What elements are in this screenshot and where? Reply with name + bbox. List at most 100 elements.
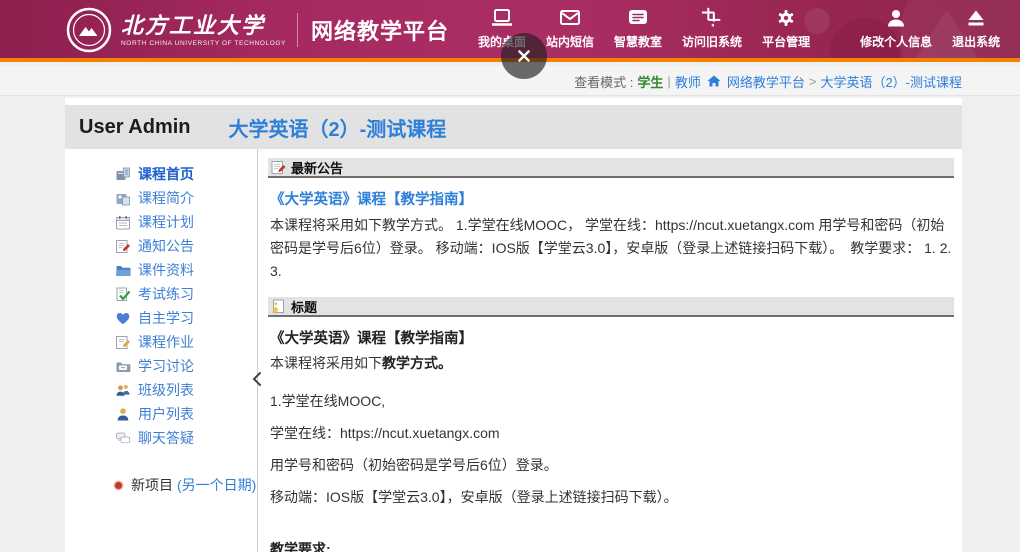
sidebar-item-label: 课程作业 <box>138 332 194 352</box>
close-overlay-button[interactable] <box>501 33 547 79</box>
nav-label: 退出系统 <box>952 33 1000 50</box>
post-paragraph: 移动端：IOS版【学堂云3.0】，安卓版（登录上述链接扫码下载）。 <box>270 487 954 508</box>
sidebar-item-label: 班级列表 <box>138 380 194 400</box>
breadcrumb-current-course[interactable]: 大学英语（2）-测试课程 <box>820 72 962 91</box>
sidebar-item-class-list[interactable]: 班级列表 <box>115 378 257 402</box>
nav-label: 访问旧系统 <box>682 33 742 50</box>
breadcrumb-platform-link[interactable]: 网络教学平台 <box>727 72 805 91</box>
chat-icon <box>115 431 131 446</box>
group-icon <box>115 383 131 398</box>
view-mode-student-link[interactable]: 学生 <box>637 72 663 91</box>
sidebar-item-label: 课程简介 <box>138 188 194 208</box>
new-item-text: 新项目 <box>131 475 173 495</box>
university-name-zh: 北方工业大学 <box>121 14 286 38</box>
post-title: 《大学英语》课程【教学指南】 <box>270 327 954 348</box>
person-icon <box>884 6 908 30</box>
view-mode-label: 查看模式 : <box>574 72 633 91</box>
sidebar-item-exam-practice[interactable]: 考试练习 <box>115 282 257 306</box>
content-card: User Admin 大学英语（2）-测试课程 课程首页 课程简介 课程计划 <box>65 98 962 552</box>
nav-edit-profile[interactable]: 修改个人信息 <box>850 6 942 50</box>
header-nav: 我的桌面 站内短信 智慧教室 访问旧系统 平台管理 <box>468 6 1010 50</box>
sidebar-item-label: 学习讨论 <box>138 356 194 376</box>
gear-icon <box>774 6 798 30</box>
user-icon <box>115 407 131 422</box>
sidebar-item-self-study[interactable]: 自主学习 <box>115 306 257 330</box>
screen-icon <box>626 6 650 30</box>
breadcrumb-arrow: > <box>809 74 817 89</box>
section-title: 最新公告 <box>291 158 343 177</box>
announcement-section-header: 最新公告 <box>268 158 954 178</box>
home-icon[interactable] <box>707 74 721 88</box>
breadcrumb: 查看模式 : 学生 | 教师 网络教学平台 > 大学英语（2）-测试课程 <box>570 66 962 96</box>
breadcrumb-separator: | <box>667 74 670 89</box>
nav-old-system[interactable]: 访问旧系统 <box>672 6 752 50</box>
logo-divider <box>297 13 298 47</box>
nav-label: 平台管理 <box>762 33 810 50</box>
university-logo-group[interactable]: 北方工业大学 NORTH CHINA UNIVERSITY OF TECHNOL… <box>66 7 449 53</box>
sidebar-item-user-list[interactable]: 用户列表 <box>115 402 257 426</box>
platform-title: 网络教学平台 <box>311 14 449 46</box>
laptop-icon <box>490 6 514 30</box>
sidebar-item-label: 课件资料 <box>138 260 194 280</box>
new-item-date-link[interactable]: (另一个日期) <box>177 475 256 495</box>
sidebar-item-course-home[interactable]: 课程首页 <box>115 162 257 186</box>
folder-icon <box>115 263 131 278</box>
sidebar-item-chat-qa[interactable]: 聊天答疑 <box>115 426 257 450</box>
post-intro: 本课程将采用如下教学方式。 <box>270 353 954 374</box>
section-title: 标题 <box>291 297 317 316</box>
sidebar-new-item: 新项目 (另一个日期) <box>115 475 257 495</box>
sidebar-item-label: 自主学习 <box>138 308 194 328</box>
calendar-icon <box>115 215 131 230</box>
nav-label: 智慧教室 <box>614 33 662 50</box>
university-name-en: NORTH CHINA UNIVERSITY OF TECHNOLOGY <box>121 40 286 47</box>
sidebar-collapse-handle[interactable] <box>251 371 263 392</box>
crop-arrow-icon <box>700 6 724 30</box>
page-titlebar: User Admin 大学英语（2）-测试课程 <box>65 105 962 149</box>
announcement-link[interactable]: 《大学英语》课程【教学指南】 <box>270 188 954 209</box>
sidebar-item-label: 课程计划 <box>138 212 194 232</box>
book-home-icon <box>115 167 131 182</box>
sidebar-item-label: 聊天答疑 <box>138 428 194 448</box>
post-paragraph: 学堂在线：https://ncut.xuetangx.com <box>270 423 954 444</box>
post-intro-bold: 教学方式。 <box>382 355 452 371</box>
nav-label: 修改个人信息 <box>860 33 932 50</box>
nav-platform-admin[interactable]: 平台管理 <box>752 6 820 50</box>
view-mode-teacher-link[interactable]: 教师 <box>675 72 701 91</box>
mail-icon <box>558 6 582 30</box>
sidebar-item-label: 通知公告 <box>138 236 194 256</box>
sidebar-item-label: 课程首页 <box>138 164 194 184</box>
discussion-icon <box>115 359 131 374</box>
main-content: 最新公告 《大学英语》课程【教学指南】 本课程将采用如下教学方式。 1.学堂在线… <box>258 149 962 552</box>
sidebar-item-label: 用户列表 <box>138 404 194 424</box>
nav-messages[interactable]: 站内短信 <box>536 6 604 50</box>
chevron-left-icon <box>251 371 263 387</box>
post-intro-text: 本课程将采用如下 <box>270 355 382 371</box>
sidebar-item-course-intro[interactable]: 课程简介 <box>115 186 257 210</box>
homework-icon <box>115 335 131 350</box>
book-info-icon <box>115 191 131 206</box>
heart-icon <box>115 311 131 326</box>
sidebar-item-courseware[interactable]: 课件资料 <box>115 258 257 282</box>
post-content: 《大学英语》课程【教学指南】 本课程将采用如下教学方式。 1.学堂在线MOOC,… <box>270 327 954 552</box>
page-star-icon <box>271 299 286 314</box>
sidebar-item-notices[interactable]: 通知公告 <box>115 234 257 258</box>
post-paragraph: 用学号和密码（初始密码是学号后6位）登录。 <box>270 455 954 476</box>
eject-icon <box>964 6 988 30</box>
sidebar-item-label: 考试练习 <box>138 284 194 304</box>
sidebar-item-course-plan[interactable]: 课程计划 <box>115 210 257 234</box>
post-paragraph: 1.学堂在线MOOC, <box>270 391 954 412</box>
red-bullet-icon <box>115 482 122 489</box>
notice-icon <box>271 160 286 175</box>
requirements-heading: 教学要求: <box>270 539 954 552</box>
course-title[interactable]: 大学英语（2）-测试课程 <box>229 113 447 142</box>
nav-label: 站内短信 <box>546 33 594 50</box>
nav-smart-classroom[interactable]: 智慧教室 <box>604 6 672 50</box>
sidebar-item-homework[interactable]: 课程作业 <box>115 330 257 354</box>
course-sidebar: 课程首页 课程简介 课程计划 通知公告 课件资料 <box>65 149 258 552</box>
close-icon <box>513 45 535 67</box>
university-name: 北方工业大学 NORTH CHINA UNIVERSITY OF TECHNOL… <box>121 14 286 47</box>
sidebar-item-discussion[interactable]: 学习讨论 <box>115 354 257 378</box>
notice-icon <box>115 239 131 254</box>
user-admin-label: User Admin <box>79 116 191 139</box>
nav-logout[interactable]: 退出系统 <box>942 6 1010 50</box>
